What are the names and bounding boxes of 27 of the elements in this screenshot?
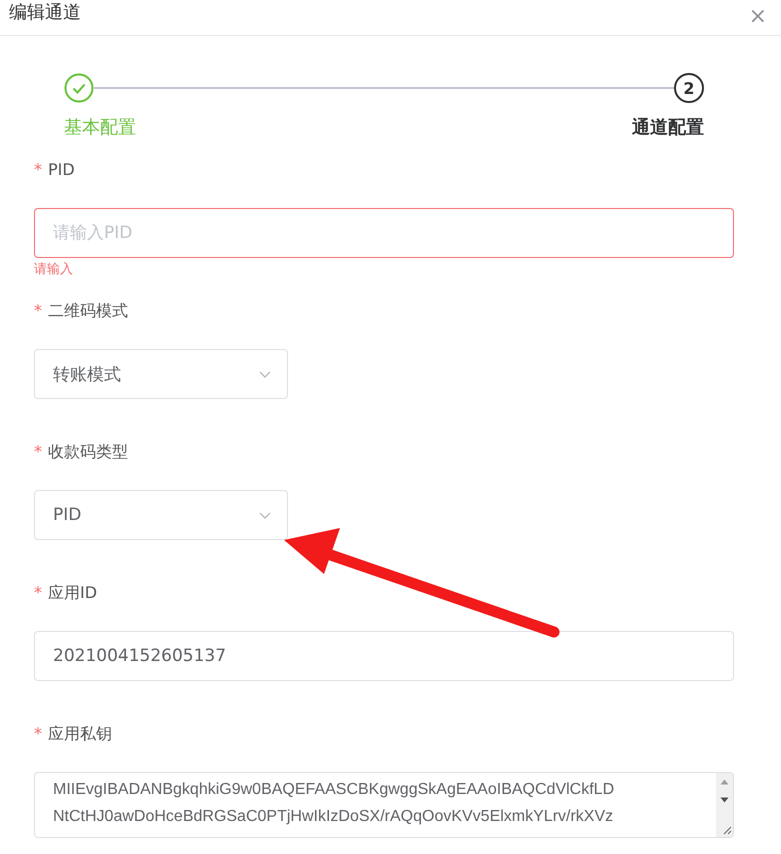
chevron-down-icon xyxy=(259,512,271,518)
scrollbar[interactable] xyxy=(716,773,733,837)
select-field[interactable]: PID xyxy=(34,490,288,540)
resize-grip-icon xyxy=(723,826,732,835)
field-label: 应用私钥 xyxy=(48,724,112,743)
scroll-down-icon xyxy=(720,797,729,803)
error-message: 请输入 xyxy=(34,262,74,278)
step-label: 基本配置 xyxy=(64,116,136,140)
required-mark: * xyxy=(34,442,42,461)
scroll-up-icon xyxy=(720,779,729,785)
input-field[interactable]: 请输入PID xyxy=(34,208,734,258)
step-number: 2 xyxy=(674,73,704,103)
select-field[interactable]: 转账模式 xyxy=(34,349,288,399)
chevron-down-icon xyxy=(259,370,271,378)
required-mark: * xyxy=(34,724,42,743)
input-field[interactable]: 2021004152605137 xyxy=(34,631,734,681)
close-button[interactable]: × xyxy=(748,6,781,28)
required-mark: * xyxy=(34,301,42,320)
field-label: 二维码模式 xyxy=(48,301,128,320)
field-label: 应用ID xyxy=(48,583,98,602)
textarea-field[interactable]: MIIEvgIBADANBgkqhkiG9w0BAQEFAASCBKgwggSkAgEAAoIBAQCdVlCkfLD NtCtHJ0awDoHceBdRGSaC0PTjHwIkIzDoSX/rAQqOovKVv5ElxmkYLrv/rkXVz xyxy=(34,772,734,838)
field-label: PID xyxy=(48,160,75,179)
step-label: 通道配置 xyxy=(632,116,704,140)
required-mark: * xyxy=(34,160,42,179)
field-label: 收款码类型 xyxy=(48,442,128,461)
required-mark: * xyxy=(34,583,42,602)
dialog-title: 编辑通道 xyxy=(8,0,81,24)
